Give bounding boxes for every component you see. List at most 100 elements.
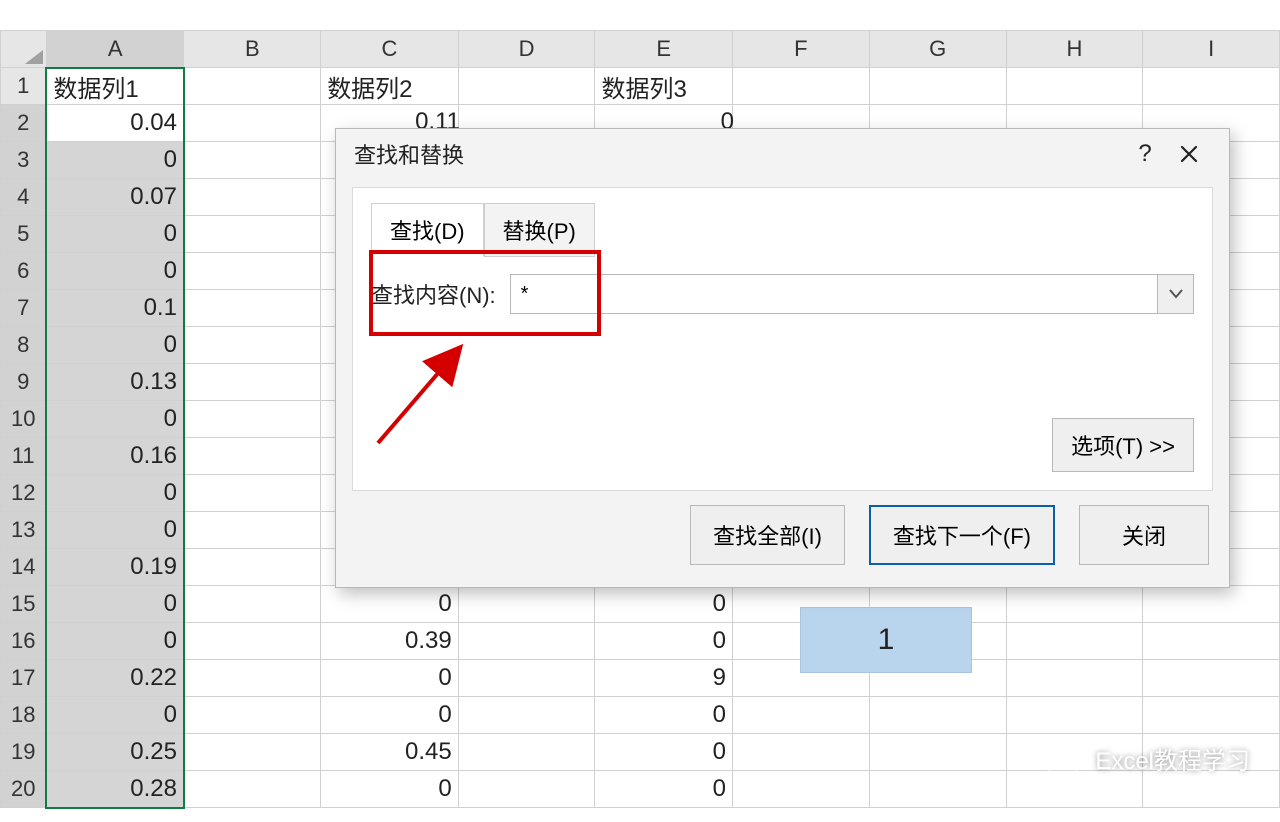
cell-F1[interactable] [733,68,870,105]
tab-replace[interactable]: 替换(P) [484,203,595,257]
cell-E20[interactable]: 0 [595,771,733,808]
row-header-20[interactable]: 20 [1,771,47,808]
row-header-18[interactable]: 18 [1,697,47,734]
cell-D19[interactable] [458,734,595,771]
row-header-11[interactable]: 11 [1,438,47,475]
cell-B5[interactable] [184,216,321,253]
find-input[interactable] [510,274,1158,314]
cell-C18[interactable]: 0 [321,697,459,734]
cell-E18[interactable]: 0 [595,697,733,734]
row-header-8[interactable]: 8 [1,327,47,364]
col-header-A[interactable]: A [46,31,184,68]
cell-B3[interactable] [184,142,321,179]
cell-A7[interactable]: 0.1 [46,290,184,327]
cell-B16[interactable] [184,623,321,660]
row-header-10[interactable]: 10 [1,401,47,438]
cell-A13[interactable]: 0 [46,512,184,549]
cell-H17[interactable] [1006,660,1143,697]
cell-H16[interactable] [1006,623,1143,660]
cell-A15[interactable]: 0 [46,586,184,623]
cell-D20[interactable] [458,771,595,808]
cell-B7[interactable] [184,290,321,327]
row-header-9[interactable]: 9 [1,364,47,401]
row-header-19[interactable]: 19 [1,734,47,771]
cell-D15[interactable] [458,586,595,623]
cell-F19[interactable] [733,734,870,771]
cell-B9[interactable] [184,364,321,401]
row-header-16[interactable]: 16 [1,623,47,660]
cell-E16[interactable]: 0 [595,623,733,660]
cell-B4[interactable] [184,179,321,216]
cell-E15[interactable]: 0 [595,586,733,623]
cell-D18[interactable] [458,697,595,734]
row-header-4[interactable]: 4 [1,179,47,216]
cell-B10[interactable] [184,401,321,438]
cell-A1[interactable]: 数据列1 [46,68,184,105]
cell-A12[interactable]: 0 [46,475,184,512]
cell-A14[interactable]: 0.19 [46,549,184,586]
col-header-F[interactable]: F [733,31,870,68]
cell-C16[interactable]: 0.39 [321,623,459,660]
row-header-12[interactable]: 12 [1,475,47,512]
cell-B18[interactable] [184,697,321,734]
cell-E1[interactable]: 数据列3 [595,68,733,105]
cell-C17[interactable]: 0 [321,660,459,697]
cell-G18[interactable] [869,697,1006,734]
cell-H18[interactable] [1006,697,1143,734]
cell-I16[interactable] [1143,623,1280,660]
cell-G1[interactable] [869,68,1006,105]
cell-D16[interactable] [458,623,595,660]
cell-B2[interactable] [184,105,321,142]
options-button[interactable]: 选项(T) >> [1052,418,1194,472]
close-icon[interactable] [1167,132,1211,176]
cell-I15[interactable] [1143,586,1280,623]
find-history-dropdown[interactable] [1158,274,1194,314]
cell-I17[interactable] [1143,660,1280,697]
cell-A17[interactable]: 0.22 [46,660,184,697]
cell-C15[interactable]: 0 [321,586,459,623]
row-header-13[interactable]: 13 [1,512,47,549]
cell-B12[interactable] [184,475,321,512]
row-header-3[interactable]: 3 [1,142,47,179]
find-next-button[interactable]: 查找下一个(F) [869,505,1055,565]
tab-find[interactable]: 查找(D) [371,203,484,257]
find-all-button[interactable]: 查找全部(I) [690,505,845,565]
cell-B19[interactable] [184,734,321,771]
cell-D17[interactable] [458,660,595,697]
col-header-H[interactable]: H [1006,31,1143,68]
col-header-G[interactable]: G [869,31,1006,68]
cell-I18[interactable] [1143,697,1280,734]
cell-A5[interactable]: 0 [46,216,184,253]
col-header-B[interactable]: B [184,31,321,68]
cell-A18[interactable]: 0 [46,697,184,734]
cell-B15[interactable] [184,586,321,623]
col-header-D[interactable]: D [458,31,595,68]
cell-B8[interactable] [184,327,321,364]
select-all-corner[interactable] [1,31,47,68]
cell-A16[interactable]: 0 [46,623,184,660]
cell-F18[interactable] [733,697,870,734]
cell-B6[interactable] [184,253,321,290]
cell-A8[interactable]: 0 [46,327,184,364]
cell-C20[interactable]: 0 [321,771,459,808]
cell-A10[interactable]: 0 [46,401,184,438]
cell-E19[interactable]: 0 [595,734,733,771]
cell-A19[interactable]: 0.25 [46,734,184,771]
cell-H15[interactable] [1006,586,1143,623]
cell-B11[interactable] [184,438,321,475]
cell-G20[interactable] [869,771,1006,808]
cell-A20[interactable]: 0.28 [46,771,184,808]
col-header-E[interactable]: E [595,31,733,68]
help-icon[interactable]: ? [1123,132,1167,176]
row-header-15[interactable]: 15 [1,586,47,623]
cell-B1[interactable] [184,68,321,105]
cell-B17[interactable] [184,660,321,697]
row-header-14[interactable]: 14 [1,549,47,586]
cell-A3[interactable]: 0 [46,142,184,179]
col-header-C[interactable]: C [321,31,459,68]
row-header-17[interactable]: 17 [1,660,47,697]
cell-A6[interactable]: 0 [46,253,184,290]
row-header-7[interactable]: 7 [1,290,47,327]
col-header-I[interactable]: I [1143,31,1280,68]
cell-B20[interactable] [184,771,321,808]
